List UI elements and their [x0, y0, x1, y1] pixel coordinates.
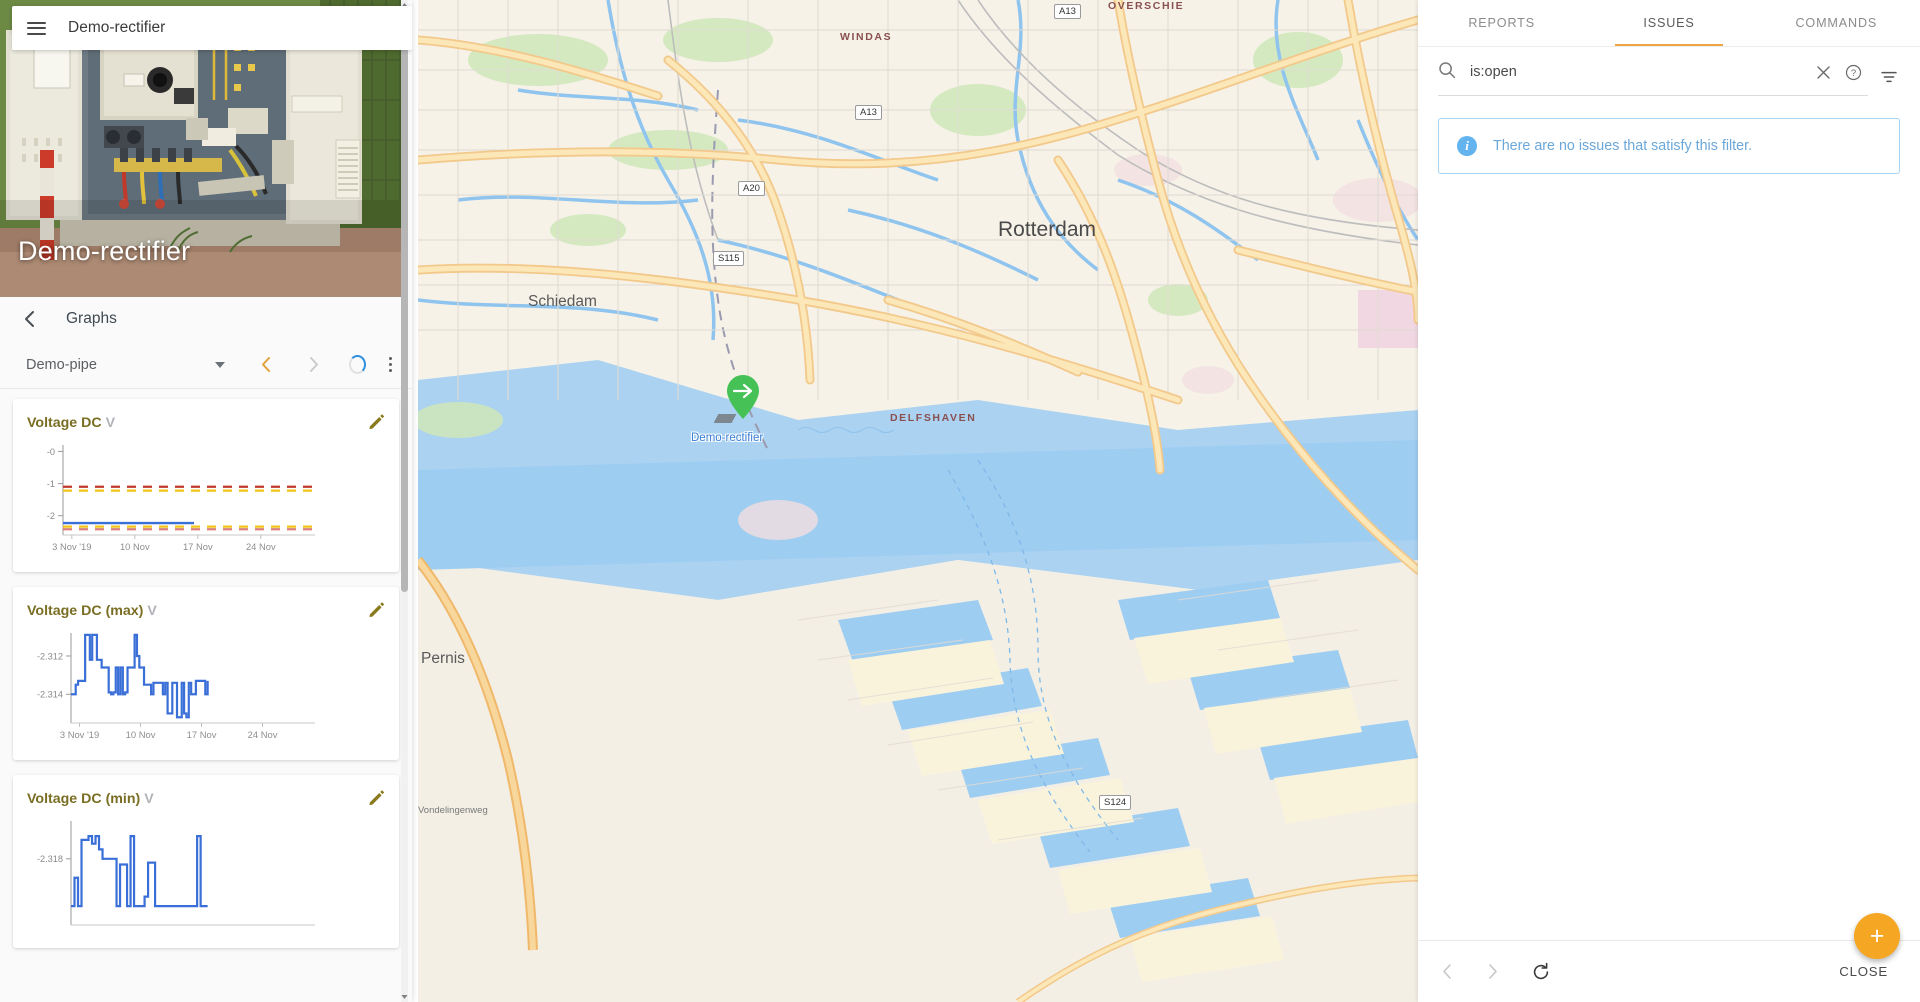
footer-prev-chevron-left-icon[interactable]: [1432, 957, 1462, 987]
graph-card-list: Voltage DC V -0 -1 -2 3 Nov '19 10 Nov 17 Nov…: [0, 389, 412, 948]
pencil-icon[interactable]: [368, 601, 385, 623]
left-sidebar: Demo-rectifier Demo-rectifier Graphs Dem…: [0, 0, 412, 1002]
svg-text:-2: -2: [47, 511, 55, 521]
pipe-select-value[interactable]: Demo-pipe: [26, 357, 97, 373]
loading-spinner-icon: [348, 355, 366, 374]
svg-text:-2.312: -2.312: [37, 651, 63, 661]
tab-issues[interactable]: ISSUES: [1585, 0, 1752, 46]
svg-text:?: ?: [1850, 68, 1855, 79]
map-tiles: [418, 0, 1418, 1002]
svg-text:-1: -1: [47, 479, 55, 489]
next-graph-chevron-right-icon[interactable]: [301, 350, 327, 380]
svg-text:10 Nov: 10 Nov: [126, 729, 156, 740]
panel-footer: CLOSE +: [1418, 913, 1920, 1002]
help-circle-icon[interactable]: ?: [1838, 57, 1868, 87]
svg-text:17 Nov: 17 Nov: [187, 729, 217, 740]
prev-graph-chevron-left-icon[interactable]: [253, 350, 279, 380]
search-input[interactable]: [1468, 63, 1808, 81]
graph-unit-text: V: [144, 791, 154, 807]
graphs-header: Graphs: [0, 297, 412, 341]
right-side-panel: REPORTS ISSUES COMMANDS is:open ? i Ther…: [1418, 0, 1920, 1002]
panel-tabs: REPORTS ISSUES COMMANDS: [1418, 0, 1920, 46]
filter-icon[interactable]: [1874, 62, 1904, 92]
back-chevron-left-icon[interactable]: [14, 304, 44, 334]
sidebar-scrollbar-thumb[interactable]: [401, 10, 408, 592]
hamburger-menu-icon[interactable]: [12, 6, 60, 50]
svg-text:24 Nov: 24 Nov: [246, 541, 276, 552]
no-issues-message: There are no issues that satisfy this fi…: [1493, 138, 1753, 154]
app-title: Demo-rectifier: [68, 19, 166, 36]
graph-card-voltage-dc[interactable]: Voltage DC V -0 -1 -2 3 Nov '19 10 Nov 17 Nov…: [13, 399, 399, 572]
graph-title-text: Voltage DC (min): [27, 791, 141, 807]
graph-title-text: Voltage DC (max): [27, 603, 144, 619]
close-x-icon[interactable]: [1808, 57, 1838, 87]
svg-text:-2.314: -2.314: [37, 690, 63, 700]
app-bar: Demo-rectifier: [12, 6, 412, 50]
pencil-icon[interactable]: [368, 789, 385, 811]
map-canvas[interactable]: OVERSCHIE WINDAS NOORD Rotterdam Schieda…: [418, 0, 1418, 1002]
footer-next-chevron-right-icon[interactable]: [1478, 957, 1508, 987]
add-fab-plus-icon[interactable]: +: [1854, 913, 1900, 959]
svg-text:17 Nov: 17 Nov: [183, 541, 213, 552]
refresh-icon[interactable]: [1526, 957, 1556, 987]
graphs-title: Graphs: [66, 310, 117, 327]
map-marker-demo-rectifier[interactable]: [713, 374, 760, 423]
no-issues-info-box: i There are no issues that satisfy this …: [1438, 118, 1900, 174]
pencil-icon[interactable]: [368, 413, 385, 435]
kebab-menu-icon[interactable]: [380, 350, 402, 380]
asset-hero-caption: Demo-rectifier: [18, 236, 191, 266]
close-button[interactable]: CLOSE: [1829, 956, 1898, 987]
panel-body: i There are no issues that satisfy this …: [1418, 96, 1920, 940]
graph-title-text: Voltage DC: [27, 415, 102, 431]
graph-plot-voltage-dc: -0 -1 -2 3 Nov '19 10 Nov 17 Nov 24 Nov: [27, 439, 387, 564]
search-row: ?: [1418, 47, 1920, 96]
pipe-selector-bar: Demo-pipe: [0, 341, 412, 389]
scroll-down-arrow-icon[interactable]: [401, 992, 408, 1002]
svg-text:3 Nov '19: 3 Nov '19: [52, 541, 91, 552]
graph-card-title: Voltage DC (min) V: [27, 791, 387, 807]
search-field-wrapper: ?: [1438, 57, 1868, 96]
graph-plot-voltage-dc-max: -2.312 -2.314 3 Nov '19 10 Nov 17 Nov 24 Nov: [27, 627, 387, 752]
caret-down-icon[interactable]: [214, 361, 225, 368]
svg-text:3 Nov '19: 3 Nov '19: [60, 729, 99, 740]
svg-text:10 Nov: 10 Nov: [120, 541, 150, 552]
info-icon: i: [1457, 136, 1477, 156]
svg-text:-2.318: -2.318: [37, 854, 63, 864]
graph-plot-voltage-dc-min: -2.318: [27, 815, 387, 940]
search-icon: [1438, 61, 1456, 84]
tab-commands[interactable]: COMMANDS: [1753, 0, 1920, 46]
graph-card-voltage-dc-min[interactable]: Voltage DC (min) V -2.318: [13, 775, 399, 948]
graph-card-title: Voltage DC (max) V: [27, 603, 387, 619]
graph-card-voltage-dc-max[interactable]: Voltage DC (max) V -2.312 -2.314 3 Nov '19…: [13, 587, 399, 760]
svg-text:-0: -0: [47, 447, 55, 457]
graph-card-title: Voltage DC V: [27, 415, 387, 431]
svg-text:24 Nov: 24 Nov: [248, 729, 278, 740]
graph-unit-text: V: [147, 603, 157, 619]
tab-reports[interactable]: REPORTS: [1418, 0, 1585, 46]
graph-unit-text: V: [105, 415, 116, 431]
